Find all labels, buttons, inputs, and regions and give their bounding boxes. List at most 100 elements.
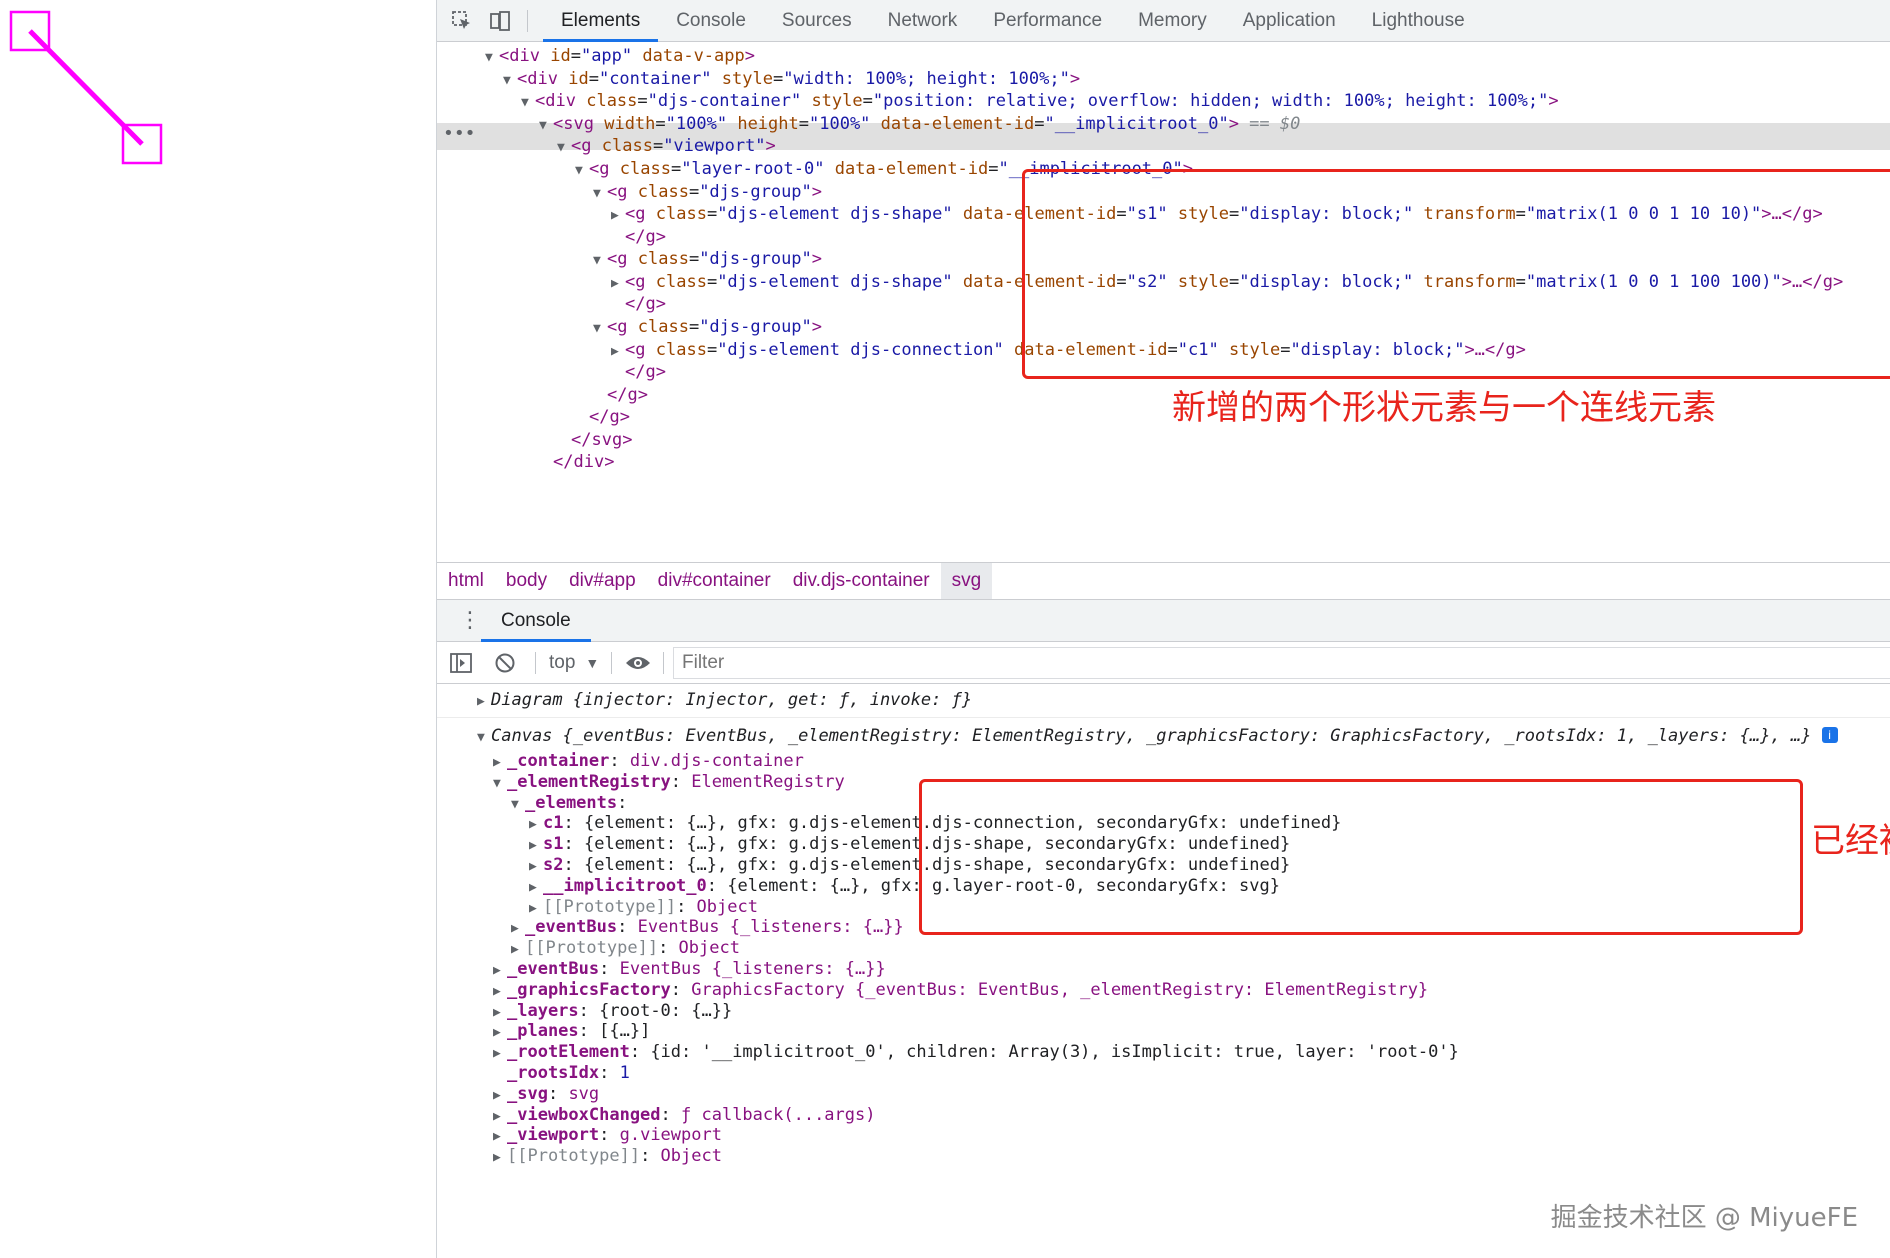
connection-c1[interactable] [28,29,144,146]
tag-open: < [625,272,636,292]
prop-key: _eventBus [507,959,600,979]
expand-arrow-icon[interactable]: ▼ [557,134,571,161]
prop-value: g.viewport [619,1125,722,1146]
info-icon[interactable]: i [1821,727,1838,743]
more-dots-icon[interactable]: ••• [443,123,476,144]
tag-name: g [617,249,628,269]
collapsed-arrow-icon[interactable]: ▶ [493,1145,507,1170]
drawer-menu-icon[interactable]: ⋮ [459,609,481,631]
attr-value: "layer-root-0" [681,159,825,179]
expand-arrow-icon[interactable]: ▼ [503,67,517,94]
tab-sources[interactable]: Sources [764,0,870,42]
tag-open: < [535,91,546,111]
expand-arrow-icon[interactable]: ▼ [593,315,607,342]
expand-arrow-icon[interactable]: ▼ [575,157,589,184]
console-log-diagram[interactable]: ▶ Diagram {injector: Injector, get: ƒ, in… [477,688,972,713]
console-log-canvas[interactable]: ▼ Canvas {_eventBus: EventBus, _elementRe… [477,724,1838,749]
annotation-new-elements: 新增的两个形状元素与一个连线元素 [1172,388,1716,428]
toolbar-separator [663,652,664,674]
console-prop-row[interactable]: ▶ _rootElement: {id: '__implicitroot_0', … [493,1040,1459,1065]
prop-value: GraphicsFactory {_eventBus: EventBus, _e… [691,979,1429,1000]
tab-performance[interactable]: Performance [975,0,1120,42]
breadcrumb-item[interactable]: svg [940,563,993,599]
panel-tabs: Elements Console Sources Network Performance… [543,0,1483,42]
element-picker-icon[interactable] [449,8,475,34]
tab-network[interactable]: Network [870,0,976,42]
tag-name: g [645,294,656,314]
breadcrumb-item[interactable]: html [437,563,495,599]
attr-eq: = [1515,272,1526,292]
collapsed-arrow-icon[interactable]: ▶ [477,689,491,714]
dom-node-div[interactable]: </div> [539,449,614,476]
clear-console-icon[interactable] [491,650,519,676]
tag-open: < [607,182,618,202]
prop-colon: : [599,1125,620,1146]
breadcrumb-item[interactable]: div#app [558,563,647,599]
prop-colon: : [547,1083,569,1104]
attr-value: "display: block;" [1290,340,1465,360]
diagram-canvas[interactable] [0,0,436,1258]
tab-elements[interactable]: Elements [543,0,659,42]
prop-colon: : [599,1063,620,1083]
expand-arrow-icon[interactable]: ▼ [593,180,607,207]
prop-colon: : [658,938,679,959]
breadcrumb-item[interactable]: div#container [647,563,782,599]
live-expression-eye-icon[interactable] [623,650,653,676]
attr-name: data-v-app [642,46,745,66]
expand-arrow-icon[interactable]: ▼ [477,725,491,750]
dom-node-g[interactable]: ▶ <g class="djs-element djs-connection" d… [611,337,1526,364]
attr-value: "djs-element djs-shape" [717,204,953,224]
object-preview: {_eventBus: EventBus, _elementRegistry: … [562,726,1812,746]
prop-value: {element: {…}, gfx: g.djs-element.djs-sh… [583,855,1291,875]
tag-name: div [527,69,558,89]
tag-name: div [509,46,540,66]
attr-eq: = [1034,114,1045,134]
tag-name: g [617,317,628,337]
selected-marker: == $0 [1238,114,1301,134]
object-name: Diagram [491,690,563,710]
tag-close: > [1228,114,1239,134]
diagram-svg [9,10,163,165]
tag-name: g [609,407,620,427]
filter-input[interactable] [673,647,1890,679]
tag-open: </ [625,362,646,382]
dom-node-g[interactable]: ▶ <g class="djs-element djs-shape" data-e… [611,201,1823,228]
tag-close: > [655,227,666,247]
show-sidebar-icon[interactable] [447,650,475,676]
context-selector[interactable]: top ▼ [549,650,599,676]
attr-eq: = [988,159,999,179]
expand-arrow-icon[interactable]: ▼ [511,792,525,817]
prop-key: _elementRegistry [507,771,671,792]
attr-value: "100%" [665,114,728,134]
expand-arrow-icon[interactable]: ▼ [493,771,507,796]
tab-console[interactable]: Console [658,0,764,42]
dom-node-g[interactable]: ▶ <g class="djs-element djs-shape" data-e… [611,269,1843,296]
annotation-registry: 已经被注册到 ElementRegistry 中 [1811,821,1890,861]
prop-colon: : [599,959,620,979]
tab-application[interactable]: Application [1225,0,1354,42]
console-toolbar: top ▼ [437,642,1890,684]
prop-key: [[Prototype]] [543,896,677,917]
expand-arrow-icon[interactable]: ▼ [521,89,535,116]
tag-open: < [499,46,510,66]
prop-key: __implicitroot_0 [543,875,707,896]
tag-close: > [1182,159,1193,179]
console-output: ▶ Diagram {injector: Injector, get: ƒ, in… [437,686,1890,1258]
attr-value: "container" [598,69,712,89]
expand-arrow-icon[interactable]: ▼ [485,44,499,71]
console-prop-row[interactable]: ▶ [[Prototype]]: Object [493,1144,722,1169]
tab-lighthouse[interactable]: Lighthouse [1354,0,1483,42]
attr-value: "djs-group" [699,317,812,337]
breadcrumb-item[interactable]: div.djs-container [782,563,941,599]
tag-close: > [619,407,630,427]
attr-eq: = [706,340,718,360]
device-toolbar-icon[interactable] [487,8,513,34]
prop-value: {element: {…}, gfx: g.djs-element.djs-co… [583,813,1342,834]
tab-memory[interactable]: Memory [1120,0,1225,42]
breadcrumb-item[interactable]: body [495,563,558,599]
prop-value: svg [568,1083,600,1104]
drawer-tab-console[interactable]: Console [481,600,591,642]
attr-eq: = [688,182,700,202]
expand-arrow-icon[interactable]: ▼ [539,112,553,139]
expand-arrow-icon[interactable]: ▼ [593,247,607,274]
